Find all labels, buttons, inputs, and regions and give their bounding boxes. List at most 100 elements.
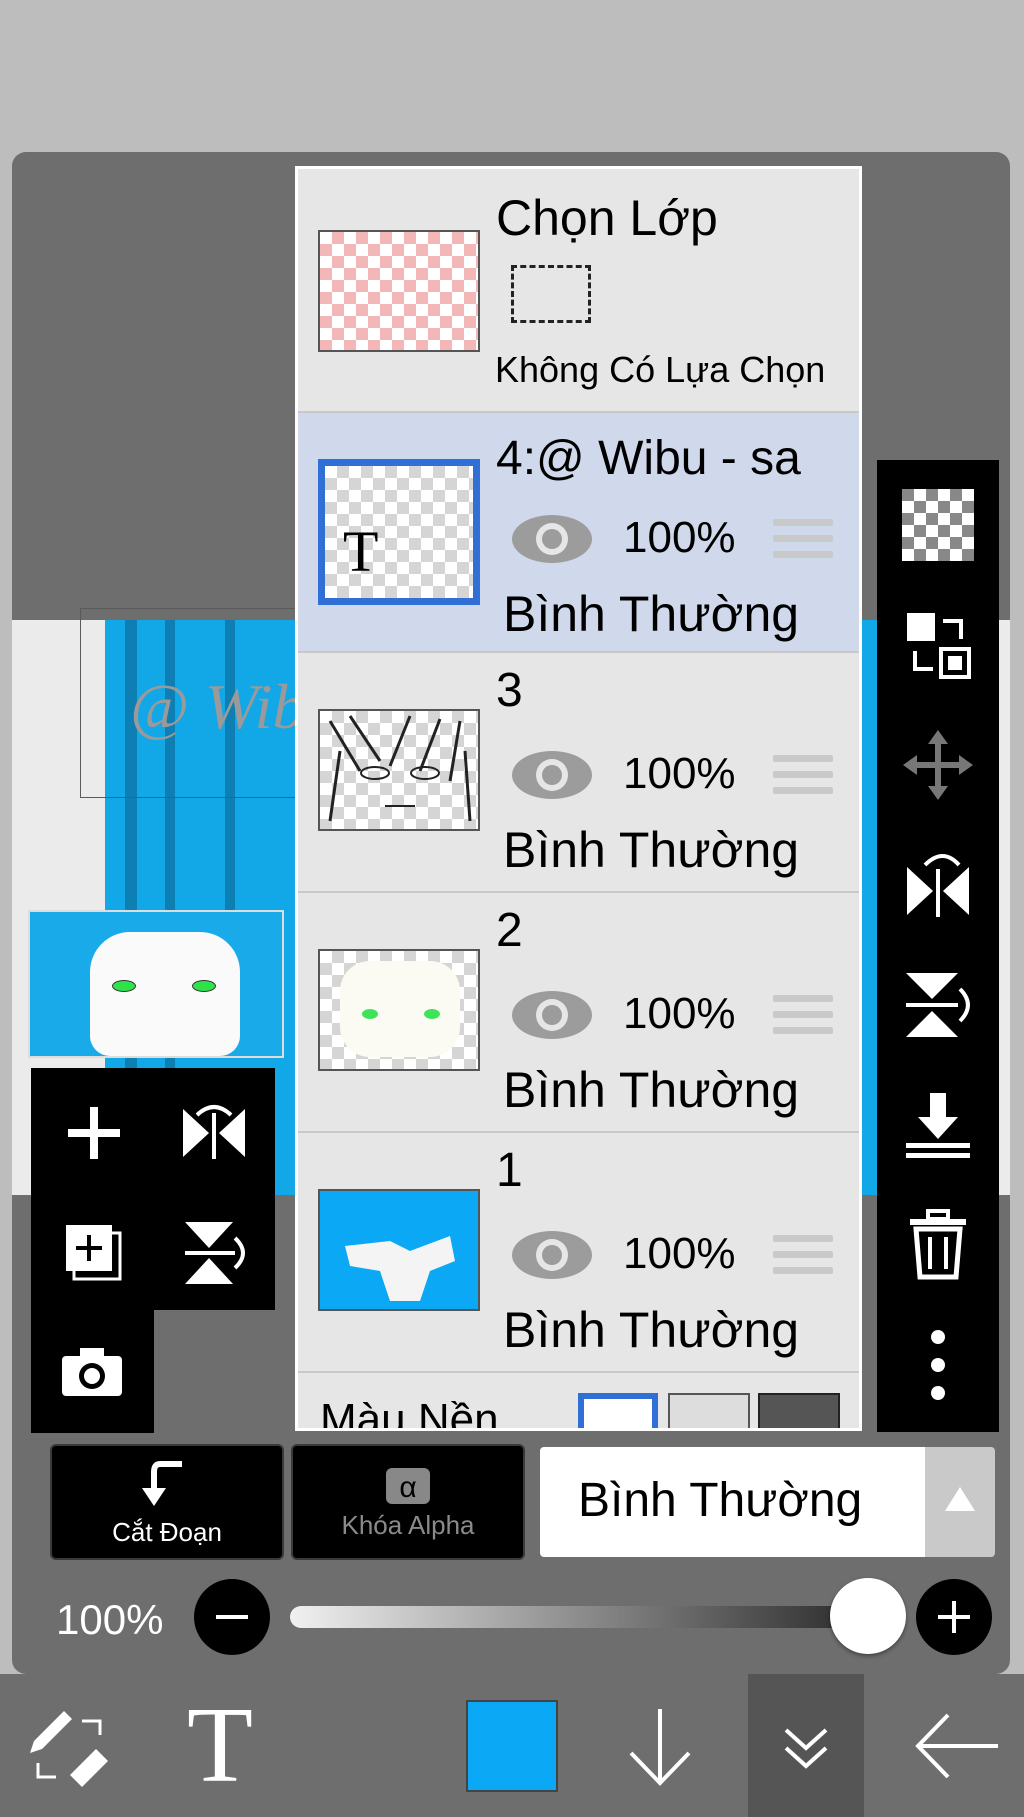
delete-layer-button[interactable] bbox=[877, 1190, 999, 1300]
lineart-sketch bbox=[328, 715, 472, 822]
canvas-preview[interactable] bbox=[28, 910, 284, 1058]
add-layer-button[interactable] bbox=[39, 1078, 149, 1188]
layer-row-4[interactable]: T 4:@ Wibu - sa 100% Bình Thường bbox=[298, 413, 859, 653]
camera-icon bbox=[62, 1348, 122, 1396]
layer-3-thumbnail bbox=[318, 709, 480, 831]
camera-button[interactable] bbox=[37, 1316, 147, 1426]
layer-opacity: 100% bbox=[623, 989, 736, 1038]
selection-layer-title: Chọn Lớp bbox=[496, 190, 718, 246]
selection-thumbnail bbox=[318, 230, 480, 352]
flip-horizontal-icon bbox=[907, 854, 969, 917]
back-button[interactable] bbox=[900, 1674, 1010, 1817]
flip-horizontal-button[interactable] bbox=[159, 1078, 269, 1188]
arrow-left-icon bbox=[915, 1713, 998, 1778]
double-chevron-down-icon bbox=[784, 1728, 828, 1769]
plus-icon bbox=[938, 1601, 970, 1633]
eye-color-right bbox=[424, 1009, 440, 1019]
preview-eye-left bbox=[112, 980, 136, 992]
clipping-button[interactable]: Cắt Đoạn bbox=[50, 1444, 284, 1560]
add-layer-copy-button[interactable] bbox=[39, 1198, 149, 1308]
blend-mode-value: Bình Thường bbox=[578, 1474, 863, 1527]
text-layer-glyph: T bbox=[343, 519, 379, 584]
layer-4-thumbnail: T bbox=[318, 459, 480, 605]
add-copy-icon bbox=[66, 1225, 122, 1281]
layer-name: 3 bbox=[496, 664, 523, 717]
layer-name: 2 bbox=[496, 904, 523, 957]
selection-layer-row[interactable]: Chọn Lớp Không Có Lựa Chọn bbox=[298, 169, 859, 413]
layer-1-thumbnail bbox=[318, 1189, 480, 1311]
merge-down-icon bbox=[906, 1093, 970, 1158]
move-arrows-icon bbox=[903, 730, 973, 800]
opacity-slider-knob[interactable] bbox=[830, 1578, 906, 1654]
layer-tools-palette bbox=[31, 1068, 275, 1310]
layer-row-1[interactable]: 1 100% Bình Thường bbox=[298, 1133, 859, 1373]
layer-actions-toolbar bbox=[877, 460, 999, 1432]
camera-palette bbox=[31, 1310, 154, 1433]
blend-mode-dropdown-button[interactable] bbox=[925, 1447, 995, 1557]
more-vertical-icon bbox=[931, 1330, 945, 1400]
alpha-lock-label: Khóa Alpha bbox=[341, 1510, 475, 1540]
triangle-up-icon bbox=[945, 1487, 975, 1511]
clipping-arrow-icon bbox=[142, 1461, 182, 1506]
background-color-label: Màu Nền bbox=[320, 1395, 499, 1431]
text-tool-button[interactable]: T bbox=[170, 1674, 270, 1817]
visibility-eye-icon[interactable] bbox=[510, 989, 594, 1041]
move-layer-button[interactable] bbox=[877, 710, 999, 820]
alpha-glyph: α bbox=[399, 1471, 417, 1504]
layer-opacity: 100% bbox=[623, 513, 736, 562]
background-color-row[interactable]: Màu Nền bbox=[298, 1373, 859, 1431]
color-swatch bbox=[466, 1699, 558, 1792]
opacity-label: 100% bbox=[56, 1596, 164, 1643]
trash-icon bbox=[910, 1209, 966, 1280]
layer-opacity: 100% bbox=[623, 1229, 736, 1278]
preview-face bbox=[90, 932, 240, 1056]
tool-switch-button[interactable] bbox=[14, 1674, 124, 1817]
clipping-label: Cắt Đoạn bbox=[112, 1517, 222, 1547]
drag-handle-icon[interactable] bbox=[773, 995, 833, 1043]
flip-vertical-button[interactable] bbox=[159, 1198, 269, 1308]
more-options-button[interactable] bbox=[877, 1310, 999, 1420]
flip-vertical-icon bbox=[906, 973, 970, 1037]
visibility-eye-icon[interactable] bbox=[510, 513, 594, 565]
selection-marquee-icon bbox=[511, 265, 591, 323]
collapse-panel-button[interactable] bbox=[748, 1674, 864, 1817]
skin-shape bbox=[340, 961, 460, 1057]
preview-eye-right bbox=[192, 980, 216, 992]
bottom-toolbar: T bbox=[0, 1674, 1024, 1817]
color-fill-shape bbox=[345, 1236, 455, 1301]
drag-handle-icon[interactable] bbox=[773, 1235, 833, 1283]
flip-horizontal-layer-button[interactable] bbox=[877, 830, 999, 940]
bg-transparent-swatch[interactable] bbox=[668, 1393, 750, 1428]
opacity-slider-track[interactable] bbox=[290, 1606, 870, 1628]
flip-vertical-icon bbox=[185, 1222, 245, 1284]
text-tool-glyph: T bbox=[187, 1685, 253, 1805]
swap-layers-button[interactable] bbox=[877, 590, 999, 700]
opacity-increase-button[interactable] bbox=[916, 1579, 992, 1655]
layer-row-2[interactable]: 2 100% Bình Thường bbox=[298, 893, 859, 1133]
drag-handle-icon[interactable] bbox=[773, 755, 833, 803]
transparent-layer-button[interactable] bbox=[877, 470, 999, 580]
opacity-decrease-button[interactable] bbox=[194, 1579, 270, 1655]
alpha-lock-button[interactable]: α Khóa Alpha bbox=[291, 1444, 525, 1560]
layer-down-button[interactable] bbox=[610, 1674, 710, 1817]
layer-row-3[interactable]: 3 100% Bình Thường bbox=[298, 653, 859, 893]
merge-down-button[interactable] bbox=[877, 1070, 999, 1180]
layer-name: 4:@ Wibu - sa bbox=[496, 432, 801, 485]
layer-list-panel: Chọn Lớp Không Có Lựa Chọn T 4:@ Wibu - … bbox=[295, 166, 862, 1431]
current-color-button[interactable] bbox=[460, 1674, 564, 1817]
visibility-eye-icon[interactable] bbox=[510, 749, 594, 801]
flip-vertical-layer-button[interactable] bbox=[877, 950, 999, 1060]
bg-white-swatch[interactable] bbox=[578, 1393, 658, 1428]
layer-blend-mode: Bình Thường bbox=[503, 586, 800, 642]
plus-icon bbox=[68, 1107, 120, 1159]
arrow-down-icon bbox=[629, 1708, 691, 1786]
layer-blend-mode: Bình Thường bbox=[503, 1302, 800, 1358]
eye-color-left bbox=[362, 1009, 378, 1019]
lock-icon: α bbox=[386, 1468, 430, 1504]
minus-icon bbox=[216, 1615, 248, 1619]
visibility-eye-icon[interactable] bbox=[510, 1229, 594, 1281]
layer-blend-mode: Bình Thường bbox=[503, 822, 800, 878]
drag-handle-icon[interactable] bbox=[773, 519, 833, 567]
bg-dark-swatch[interactable] bbox=[758, 1393, 840, 1428]
blend-mode-select[interactable]: Bình Thường bbox=[540, 1447, 925, 1557]
